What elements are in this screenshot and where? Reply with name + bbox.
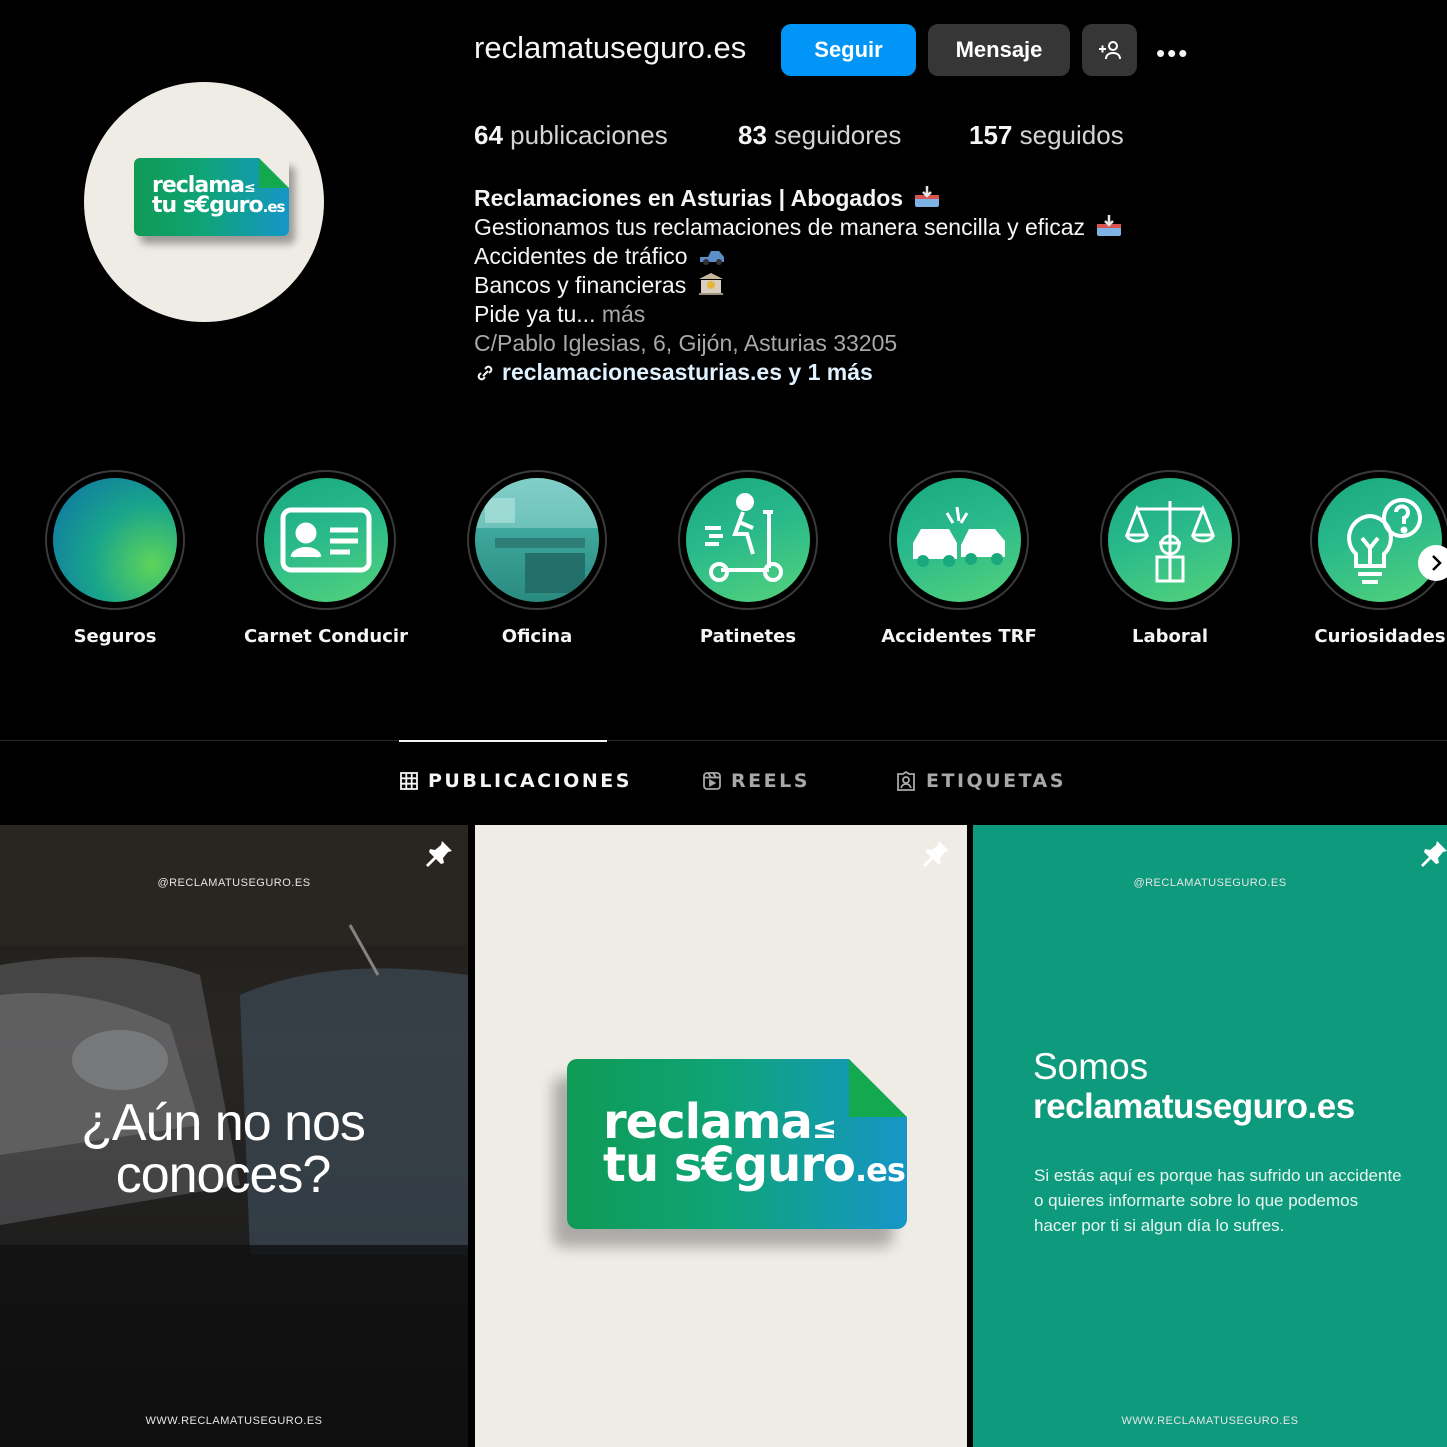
scales-worker-icon	[1125, 501, 1215, 583]
active-tab-indicator	[399, 740, 607, 742]
bank-icon	[698, 273, 723, 295]
tab-label: ETIQUETAS	[926, 770, 1066, 792]
reels-icon	[703, 772, 721, 790]
followers-count: 83	[738, 120, 767, 150]
pin-icon	[426, 841, 452, 867]
following-label: seguidos	[1019, 120, 1124, 150]
bio-link[interactable]: reclamacionesasturias.es y 1 más	[502, 359, 873, 385]
car-crash-icon	[913, 506, 1005, 567]
post-handle: @RECLAMATUSEGURO.ES	[1133, 877, 1287, 889]
highlight-label: Laboral	[1131, 626, 1209, 647]
pin-icon	[1421, 841, 1447, 867]
highlight-curiosidades[interactable]: Curiosidades	[1310, 470, 1447, 647]
highlight-label: Carnet Conducir	[244, 626, 408, 647]
posts-count: 64	[474, 120, 503, 150]
posts-label: publicaciones	[510, 120, 668, 150]
bio-line-3: Bancos y financieras	[474, 272, 687, 298]
pickup-truck-icon	[699, 251, 724, 265]
lightbulb-question-icon	[1347, 498, 1422, 584]
highlights-next-button[interactable]	[1418, 545, 1447, 581]
inbox-tray-icon	[1097, 215, 1122, 236]
bio-link-row[interactable]: reclamacionesasturias.es y 1 más	[474, 358, 1123, 387]
link-icon	[477, 365, 493, 381]
post-footer-url: WWW.RECLAMATUSEGURO.ES	[1121, 1415, 1299, 1427]
add-person-icon	[1098, 41, 1121, 60]
tab-reels[interactable]: REELS	[703, 770, 810, 792]
tab-publicaciones[interactable]: PUBLICACIONES	[400, 770, 632, 792]
highlight-patinetes[interactable]: Patinetes	[678, 470, 818, 647]
highlight-oficina[interactable]: Oficina	[467, 470, 607, 647]
brand-logo-large: reclama≤ tu s€guro.es	[567, 1059, 907, 1229]
grid-icon	[400, 772, 418, 790]
bio-name: Reclamaciones en Asturias | Abogados	[474, 185, 904, 211]
highlight-laboral[interactable]: Laboral	[1100, 470, 1240, 647]
post-handle: @RECLAMATUSEGURO.ES	[157, 877, 311, 889]
bio-address: C/Pablo Iglesias, 6, Gijón, Asturias 332…	[474, 330, 898, 356]
more-options-icon[interactable]: •••	[1156, 38, 1189, 69]
brand-logo: reclama≤ tu s€guro.es	[134, 158, 289, 236]
highlight-seguros[interactable]: Seguros	[45, 470, 185, 647]
post-tile-1[interactable]: @RECLAMATUSEGURO.ES ¿Aún no nos conoces?…	[0, 825, 468, 1447]
highlight-label: Curiosidades	[1314, 626, 1446, 647]
tabs-divider	[0, 740, 1447, 741]
suggest-users-button[interactable]	[1082, 24, 1137, 76]
tagged-icon	[897, 771, 915, 791]
chevron-right-icon	[1432, 555, 1442, 571]
stat-followers[interactable]: 83 seguidores	[738, 120, 901, 151]
post-tile-3[interactable]: @RECLAMATUSEGURO.ES Somos reclamatusegur…	[973, 825, 1447, 1447]
gradient-cover	[53, 478, 177, 602]
bio-line-1: Gestionamos tus reclamaciones de manera …	[474, 214, 1086, 240]
bio-line-2: Accidentes de tráfico	[474, 243, 688, 269]
highlight-label: Patinetes	[699, 626, 797, 647]
highlight-label: Accidentes TRF	[881, 626, 1037, 647]
post-title: Somos	[1033, 1046, 1149, 1087]
office-photo	[475, 478, 599, 602]
bio-more-link[interactable]: más	[602, 301, 645, 327]
post-footer-url: WWW.RECLAMATUSEGURO.ES	[145, 1415, 323, 1427]
pin-icon	[923, 841, 949, 867]
stat-following[interactable]: 157 seguidos	[969, 120, 1124, 151]
profile-avatar[interactable]: reclama≤ tu s€guro.es	[84, 82, 324, 322]
post-paragraph: Si estás aquí es porque has sufrido un a…	[1034, 1166, 1402, 1235]
post-headline: ¿Aún no nos conoces?	[81, 1094, 366, 1204]
following-count: 157	[969, 120, 1013, 150]
id-card-icon	[280, 507, 372, 573]
highlight-accidentes-trf[interactable]: Accidentes TRF	[881, 470, 1037, 647]
followers-label: seguidores	[774, 120, 902, 150]
highlight-label: Seguros	[73, 626, 157, 647]
post-tile-2[interactable]: reclama≤ tu s€guro.es	[475, 825, 967, 1447]
scooter-icon	[705, 493, 783, 582]
highlight-carnet-conducir[interactable]: Carnet Conducir	[244, 470, 408, 647]
post-brand: reclamatuseguro.es	[1033, 1087, 1355, 1126]
tab-label: PUBLICACIONES	[428, 770, 632, 792]
profile-bio: Reclamaciones en Asturias | Abogados Ges…	[474, 184, 1123, 387]
highlight-label: Oficina	[501, 626, 573, 647]
bio-line-4: Pide ya tu...	[474, 301, 596, 327]
profile-username: reclamatuseguro.es	[474, 30, 747, 65]
tab-label: REELS	[731, 770, 810, 792]
follow-button[interactable]: Seguir	[781, 24, 916, 76]
tab-etiquetas[interactable]: ETIQUETAS	[896, 770, 1066, 792]
inbox-tray-icon	[915, 186, 940, 207]
message-button[interactable]: Mensaje	[928, 24, 1070, 76]
stat-posts[interactable]: 64 publicaciones	[474, 120, 668, 151]
